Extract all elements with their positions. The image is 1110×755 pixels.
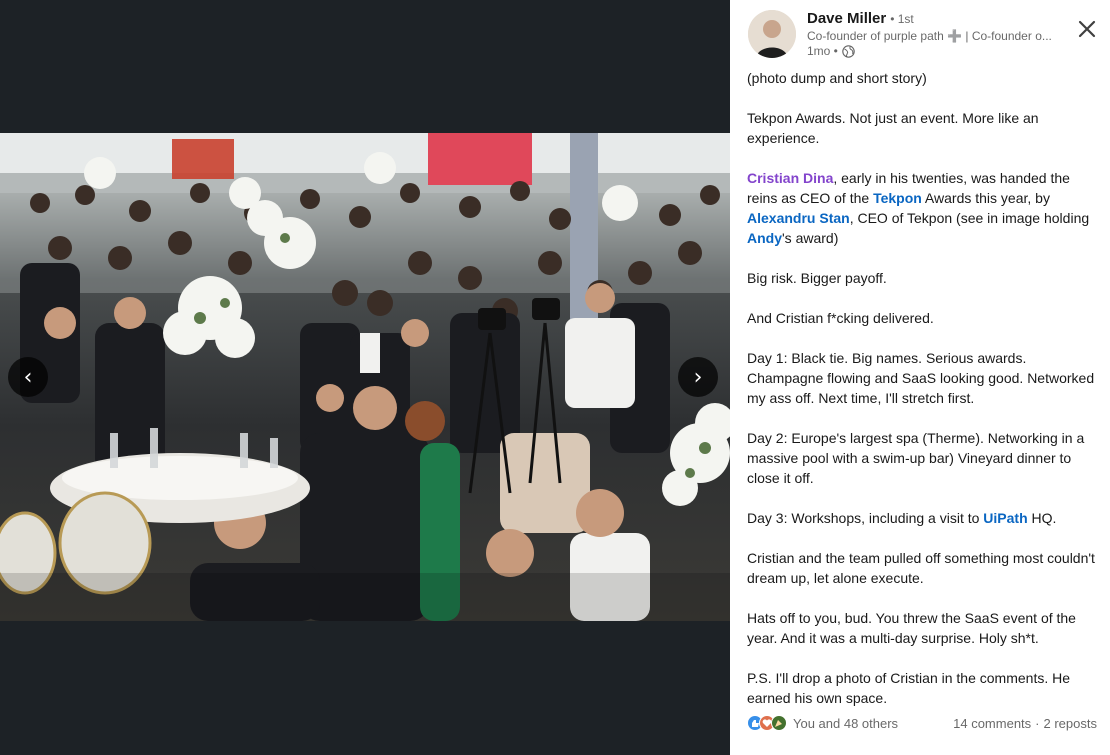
post-text-fragment: Awards this year, by — [921, 190, 1050, 206]
post-paragraph: Day 1: Black tie. Big names. Serious awa… — [747, 350, 1095, 406]
reposts-count[interactable]: 2 reposts — [1044, 716, 1097, 731]
post-paragraph: Day 2: Europe's largest spa (Therme). Ne… — [747, 430, 1085, 486]
post-text-fragment: Day 3: Workshops, including a visit to — [747, 510, 984, 526]
author-name[interactable]: Dave Miller — [807, 10, 886, 27]
post-paragraph: Hats off to you, bud. You threw the SaaS… — [747, 610, 1076, 646]
reactions-count[interactable]: You and 48 others — [793, 716, 898, 731]
media-viewer: ‹ › — [0, 0, 730, 755]
author-meta: Dave Miller • 1st Co-founder of purple p… — [807, 10, 1067, 58]
mention-alexandru-stan[interactable]: Alexandru Stan — [747, 210, 850, 226]
post-paragraph: P.S. I'll drop a photo of Cristian in th… — [747, 670, 1071, 706]
event-photo — [0, 133, 730, 621]
mention-tekpon[interactable]: Tekpon — [873, 190, 922, 206]
post-paragraph: Cristian Dina, early in his twenties, wa… — [747, 168, 1097, 248]
event-photo-illustration — [0, 133, 730, 621]
chevron-right-icon: › — [693, 364, 703, 390]
social-counts: You and 48 others 14 comments · 2 repost… — [747, 715, 1097, 731]
post-timestamp: 1mo • — [807, 44, 1067, 58]
connection-degree: • 1st — [890, 12, 914, 26]
post-text-fragment: 's award) — [782, 230, 839, 246]
author-headline: Co-founder of purple path ➕ | Co-founder… — [807, 29, 1052, 43]
avatar[interactable] — [748, 10, 796, 58]
close-button[interactable] — [1074, 16, 1100, 42]
next-image-button[interactable]: › — [678, 357, 718, 397]
chevron-left-icon: ‹ — [23, 364, 33, 390]
celebrate-reaction-icon — [771, 715, 787, 731]
comments-count[interactable]: 14 comments — [953, 716, 1031, 731]
post-text-fragment: HQ. — [1027, 510, 1057, 526]
globe-icon — [842, 44, 855, 58]
post-paragraph: Big risk. Bigger payoff. — [747, 270, 887, 286]
close-icon — [1074, 20, 1100, 46]
post-panel: Dave Miller • 1st Co-founder of purple p… — [730, 0, 1110, 755]
post-text: (photo dump and short story) Tekpon Awar… — [747, 68, 1097, 728]
mention-andy[interactable]: Andy — [747, 230, 782, 246]
mention-uipath[interactable]: UiPath — [983, 510, 1027, 526]
comment-repost-counts: 14 comments · 2 reposts — [953, 716, 1097, 731]
post-age: 1mo • — [807, 44, 838, 58]
count-separator: · — [1035, 715, 1040, 731]
post-author: Dave Miller • 1st Co-founder of purple p… — [748, 10, 1067, 58]
previous-image-button[interactable]: ‹ — [8, 357, 48, 397]
mention-cristian-dina[interactable]: Cristian Dina — [747, 170, 833, 186]
reactions-summary[interactable]: You and 48 others — [747, 715, 898, 731]
post-text-fragment: , CEO of Tekpon (see in image holding — [849, 210, 1090, 226]
post-paragraph: Tekpon Awards. Not just an event. More l… — [747, 110, 1039, 146]
post-paragraph: Cristian and the team pulled off somethi… — [747, 550, 1095, 586]
post-paragraph: (photo dump and short story) — [747, 70, 927, 86]
post-paragraph: And Cristian f*cking delivered. — [747, 310, 934, 326]
post-paragraph: Day 3: Workshops, including a visit to U… — [747, 508, 1097, 528]
